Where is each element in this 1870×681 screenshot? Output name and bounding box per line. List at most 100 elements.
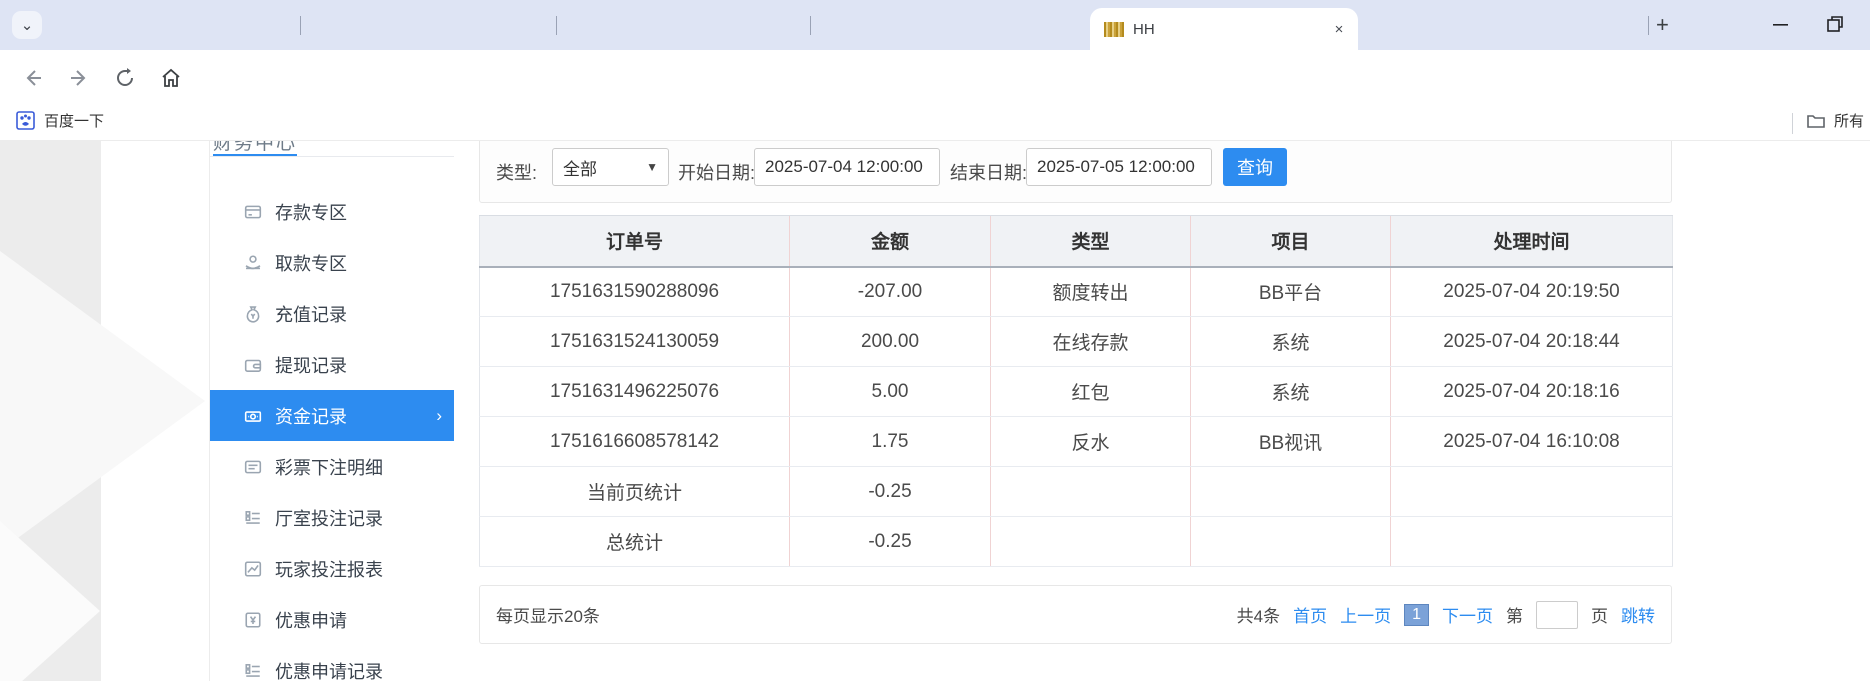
table-cell: BB视讯	[1191, 417, 1391, 467]
active-item-chevron-icon: ›	[436, 406, 442, 426]
bookmark-baidu[interactable]: 百度一下	[16, 110, 104, 131]
sidebar-item-玩家投注报表[interactable]: 玩家投注报表	[210, 543, 454, 594]
user-center-sidebar: 财务中心 存款专区取款专区充值记录提现记录资金记录 › 彩票下注明细厅室投注记录玩家…	[209, 141, 453, 681]
column-header: 类型	[991, 216, 1191, 267]
sidebar-item-active资金记录[interactable]: 资金记录 ›	[210, 390, 454, 441]
promo-record-icon	[244, 662, 262, 680]
reload-button[interactable]	[112, 65, 138, 91]
table-cell	[1391, 517, 1673, 567]
lottery-detail-icon	[244, 458, 262, 476]
browser-toolbar: yl756.com/hhcp/usercenter.html?iniType=6	[0, 50, 1870, 105]
sidebar-item-优惠申请[interactable]: 优惠申请	[210, 594, 454, 645]
table-row: 17516166085781421.75反水BB视讯2025-07-04 16:…	[480, 417, 1673, 467]
total-count-text: 共4条	[1237, 602, 1280, 627]
forward-button[interactable]	[66, 65, 92, 91]
end-date-label: 结束日期:	[950, 159, 1027, 185]
baidu-paw-icon	[16, 111, 35, 130]
sidebar-item-label: 资金记录	[275, 403, 347, 429]
prev-page-link[interactable]: 上一页	[1340, 602, 1391, 627]
first-page-link[interactable]: 首页	[1293, 602, 1327, 627]
browser-tab-strip: ⌄ 【新提醒】海燕策略论坛绿×【新提醒】【实战有奖】活×HH×HH×HH×:::…	[0, 0, 1870, 50]
table-cell: 总统计	[480, 517, 790, 567]
table-cell: 红包	[991, 367, 1191, 417]
sidebar-item-充值记录[interactable]: 充值记录	[210, 288, 454, 339]
sidebar-item-提现记录[interactable]: 提现记录	[210, 339, 454, 390]
tab-title: HH	[1133, 21, 1324, 38]
restore-icon	[1826, 14, 1844, 34]
sidebar-item-label: 玩家投注报表	[275, 556, 383, 582]
table-row: 1751631590288096-207.00额度转出BB平台2025-07-0…	[480, 267, 1673, 317]
table-cell	[1191, 467, 1391, 517]
window-restore-button[interactable]	[1826, 14, 1844, 34]
table-cell: 1751631496225076	[480, 367, 790, 417]
next-page-link[interactable]: 下一页	[1442, 602, 1493, 627]
home-button[interactable]	[158, 65, 184, 91]
sidebar-item-取款专区[interactable]: 取款专区	[210, 237, 454, 288]
page-size-text: 每页显示20条	[496, 602, 600, 627]
table-row: 当前页统计-0.25	[480, 467, 1673, 517]
funds-cash-icon	[244, 407, 262, 425]
start-date-input[interactable]: 2025-07-04 12:00:00	[754, 148, 940, 186]
table-cell	[991, 467, 1191, 517]
sidebar-item-存款专区[interactable]: 存款专区	[210, 186, 454, 237]
pagination-bar: 每页显示20条 共4条 首页 上一页 1 下一页 第 页 跳转	[479, 585, 1672, 644]
table-row: 1751631524130059200.00在线存款系统2025-07-04 2…	[480, 317, 1673, 367]
sidebar-item-厅室投注记录[interactable]: 厅室投注记录	[210, 492, 454, 543]
table-cell: -0.25	[790, 467, 991, 517]
end-date-input[interactable]: 2025-07-05 12:00:00	[1026, 148, 1212, 186]
sidebar-item-优惠申请记录[interactable]: 优惠申请记录	[210, 645, 454, 681]
tab-search-button[interactable]: ⌄	[12, 11, 42, 39]
tab-separator	[556, 16, 557, 35]
deposit-card-icon	[244, 203, 262, 221]
table-cell: -207.00	[790, 267, 991, 317]
table-cell: BB平台	[1191, 267, 1391, 317]
sidebar-item-label: 彩票下注明细	[275, 454, 383, 480]
sidebar-item-彩票下注明细[interactable]: 彩票下注明细	[210, 441, 454, 492]
tab-separator	[1648, 16, 1649, 35]
table-body: 1751631590288096-207.00额度转出BB平台2025-07-0…	[480, 267, 1673, 567]
new-tab-button[interactable]: +	[1656, 12, 1669, 38]
bookmark-label: 百度一下	[44, 110, 104, 131]
sidebar-item-label: 取款专区	[275, 250, 347, 276]
table-cell: 1751616608578142	[480, 417, 790, 467]
type-filter-label: 类型:	[496, 159, 537, 185]
tab-separator	[300, 16, 301, 35]
query-button[interactable]: 查询	[1223, 148, 1287, 186]
table-cell	[1391, 467, 1673, 517]
jump-link[interactable]: 跳转	[1621, 602, 1655, 627]
all-bookmarks-button[interactable]: 所有	[1806, 110, 1870, 131]
browser-tab[interactable]: HH ×	[1090, 8, 1358, 50]
page-left-gutter	[0, 141, 101, 681]
table-cell: 系统	[1191, 317, 1391, 367]
folder-icon	[1806, 112, 1826, 130]
table-cell	[1191, 517, 1391, 567]
table-cell: 2025-07-04 16:10:08	[1391, 417, 1673, 467]
tab-close-icon[interactable]: ×	[1330, 20, 1348, 38]
table-cell: 系统	[1191, 367, 1391, 417]
table-cell: 额度转出	[991, 267, 1191, 317]
sidebar-header-clipped: 财务中心	[213, 141, 353, 153]
table-cell: 当前页统计	[480, 467, 790, 517]
bookmarks-separator	[1792, 113, 1793, 134]
pagination-controls: 共4条 首页 上一页 1 下一页 第 页 跳转	[1237, 601, 1655, 629]
back-button[interactable]	[20, 65, 46, 91]
table-cell: 反水	[991, 417, 1191, 467]
jump-suffix-label: 页	[1591, 602, 1608, 627]
home-icon	[160, 67, 182, 89]
sidebar-menu: 存款专区取款专区充值记录提现记录资金记录 › 彩票下注明细厅室投注记录玩家投注报表优…	[210, 186, 454, 681]
all-bookmarks-label: 所有	[1834, 110, 1864, 131]
column-header: 金额	[790, 216, 991, 267]
sidebar-item-label: 存款专区	[275, 199, 347, 225]
tab-separator	[810, 16, 811, 35]
jump-page-input[interactable]	[1536, 601, 1578, 629]
funds-record-table-wrap: 订单号金额类型项目处理时间 1751631590288096-207.00额度转…	[479, 215, 1672, 567]
type-select[interactable]: 全部▼	[552, 148, 669, 186]
table-header-row: 订单号金额类型项目处理时间	[480, 216, 1673, 267]
watermark-triangle-small	[0, 521, 100, 681]
filter-bar: 类型: 全部▼ 开始日期: 2025-07-04 12:00:00 结束日期: …	[479, 141, 1672, 203]
window-minimize-button[interactable]	[1772, 14, 1789, 34]
jump-prefix-label: 第	[1506, 602, 1523, 627]
promo-apply-icon	[244, 611, 262, 629]
table-cell: -0.25	[790, 517, 991, 567]
sidebar-header-divider	[210, 156, 454, 157]
